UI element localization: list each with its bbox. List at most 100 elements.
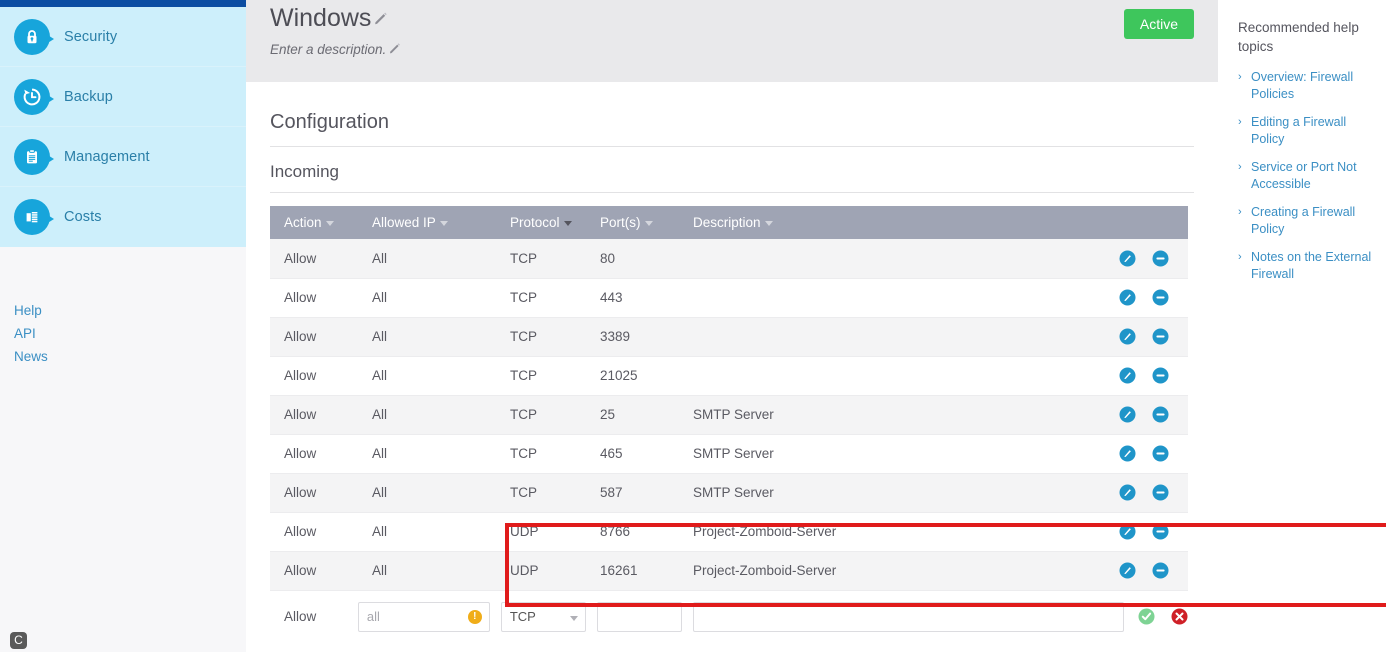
- remove-minus-icon[interactable]: [1152, 406, 1169, 423]
- edit-description-pencil-icon[interactable]: [389, 41, 401, 59]
- sidebar-item-security[interactable]: Security: [0, 7, 246, 67]
- sidebar-link-news[interactable]: News: [14, 345, 246, 368]
- edit-pencil-icon[interactable]: [1119, 523, 1136, 540]
- remove-minus-icon[interactable]: [1152, 484, 1169, 501]
- column-header-protocol[interactable]: Protocol: [496, 206, 586, 239]
- table-body: Allow All TCP 80 Allow All TCP 443 Allow All TCP 33…: [270, 239, 1188, 591]
- status-badge[interactable]: Active: [1123, 9, 1194, 39]
- table-row[interactable]: Allow All TCP 21025: [270, 356, 1188, 396]
- edit-pencil-icon[interactable]: [1119, 328, 1136, 345]
- help-link-label: Service or Port Not Accessible: [1251, 160, 1357, 191]
- sidebar-secondary-links: Help API News: [0, 247, 246, 368]
- sort-caret-icon[interactable]: [764, 220, 773, 226]
- edit-pencil-icon[interactable]: [1119, 484, 1136, 501]
- sidebar-link-api[interactable]: API: [14, 322, 246, 345]
- help-link[interactable]: › Overview: Firewall Policies: [1238, 69, 1374, 103]
- edit-pencil-icon[interactable]: [1119, 562, 1136, 579]
- table-row[interactable]: Allow All TCP 587 SMTP Server: [270, 473, 1188, 513]
- help-link[interactable]: › Creating a Firewall Policy: [1238, 204, 1374, 238]
- remove-minus-icon[interactable]: [1152, 367, 1169, 384]
- table-row[interactable]: Allow All TCP 465 SMTP Server: [270, 434, 1188, 474]
- remove-minus-icon[interactable]: [1152, 445, 1169, 462]
- sort-caret-icon[interactable]: [325, 220, 334, 226]
- help-link-label: Overview: Firewall Policies: [1251, 70, 1354, 101]
- help-link[interactable]: › Editing a Firewall Policy: [1238, 114, 1374, 148]
- remove-minus-icon[interactable]: [1152, 289, 1169, 306]
- remove-minus-icon[interactable]: [1152, 562, 1169, 579]
- edit-pencil-icon[interactable]: [1119, 367, 1136, 384]
- rule-allowed-ip-cell: All: [358, 239, 496, 279]
- rule-tools-cell: [1099, 512, 1188, 552]
- remove-minus-icon[interactable]: [1152, 328, 1169, 345]
- cancel-x-icon[interactable]: [1171, 608, 1188, 625]
- rule-description-cell: [679, 278, 1099, 318]
- rule-ports-cell: 16261: [586, 551, 679, 591]
- table-row[interactable]: Allow All TCP 443: [270, 278, 1188, 318]
- help-link[interactable]: › Notes on the External Firewall: [1238, 249, 1374, 283]
- rule-protocol-cell: TCP: [496, 356, 586, 396]
- rule-protocol-cell: UDP: [496, 551, 586, 591]
- sidebar-item-costs[interactable]: Costs: [0, 187, 246, 247]
- chevron-right-icon: ›: [1238, 71, 1242, 83]
- table-row[interactable]: Allow All UDP 16261 Project-Zomboid-Server: [270, 551, 1188, 591]
- title-row: Windows: [270, 0, 1194, 33]
- sort-caret-icon[interactable]: [644, 220, 653, 226]
- table-header-row: Action Allowed IP Protocol Port(s) Descr…: [270, 206, 1188, 239]
- column-header-ports[interactable]: Port(s): [586, 206, 679, 239]
- rule-allowed-ip-cell: All: [358, 512, 496, 552]
- edit-pencil-icon[interactable]: [1119, 289, 1136, 306]
- sidebar-item-management[interactable]: Management: [0, 127, 246, 187]
- table-row[interactable]: Allow All UDP 8766 Project-Zomboid-Server: [270, 512, 1188, 552]
- remove-minus-icon[interactable]: [1152, 250, 1169, 267]
- rule-description-cell: SMTP Server: [679, 434, 1099, 474]
- chevron-right-icon: ›: [1238, 251, 1242, 263]
- help-link[interactable]: › Service or Port Not Accessible: [1238, 159, 1374, 193]
- clipboard-icon: [14, 138, 54, 175]
- rule-action-cell: Allow: [270, 512, 358, 552]
- rule-description-cell: SMTP Server: [679, 395, 1099, 435]
- sidebar-link-help[interactable]: Help: [14, 299, 246, 322]
- rule-ports-cell: 25: [586, 395, 679, 435]
- sidebar: Security Backup Management Costs Help AP…: [0, 0, 246, 652]
- add-rule-action-label: Allow: [284, 609, 317, 624]
- table-row[interactable]: Allow All TCP 3389: [270, 317, 1188, 357]
- table-row[interactable]: Allow All TCP 25 SMTP Server: [270, 395, 1188, 435]
- sidebar-item-label: Management: [64, 148, 150, 165]
- column-header-allowed-ip[interactable]: Allowed IP: [358, 206, 496, 239]
- remove-minus-icon[interactable]: [1152, 523, 1169, 540]
- table-header: Action Allowed IP Protocol Port(s) Descr…: [270, 206, 1188, 239]
- table-row[interactable]: Allow All TCP 80: [270, 239, 1188, 279]
- rule-allowed-ip-cell: All: [358, 395, 496, 435]
- edit-pencil-icon[interactable]: [1119, 406, 1136, 423]
- rule-action-cell: Allow: [270, 434, 358, 474]
- rule-allowed-ip-cell: All: [358, 473, 496, 513]
- help-panel: Recommended help topics › Overview: Firew…: [1218, 0, 1386, 652]
- lock-icon: [14, 18, 54, 55]
- ports-input[interactable]: [596, 601, 682, 632]
- sort-caret-icon[interactable]: [439, 220, 448, 226]
- page-header: Windows Enter a description. Active: [246, 0, 1218, 82]
- cookie-consent-icon[interactable]: C: [10, 632, 27, 649]
- edit-pencil-icon[interactable]: [1119, 250, 1136, 267]
- protocol-select[interactable]: TCPUDP: [500, 601, 586, 632]
- confirm-check-icon[interactable]: [1138, 608, 1155, 625]
- rule-ports-cell: 465: [586, 434, 679, 474]
- coins-icon: [14, 199, 54, 235]
- warning-icon[interactable]: !: [467, 609, 482, 624]
- add-rule-row: Allow ! TCPUDP: [270, 595, 1188, 639]
- column-header-description[interactable]: Description: [679, 206, 1188, 239]
- rule-action-cell: Allow: [270, 551, 358, 591]
- rule-allowed-ip-cell: All: [358, 434, 496, 474]
- sidebar-item-backup[interactable]: Backup: [0, 67, 246, 127]
- rule-action-cell: Allow: [270, 356, 358, 396]
- edit-pencil-icon[interactable]: [1119, 445, 1136, 462]
- rule-allowed-ip-cell: All: [358, 317, 496, 357]
- column-header-action[interactable]: Action: [270, 206, 358, 239]
- sidebar-nav: Security Backup Management Costs: [0, 7, 246, 247]
- sort-caret-icon-active[interactable]: [563, 220, 572, 226]
- rule-action-cell: Allow: [270, 239, 358, 279]
- chevron-right-icon: ›: [1238, 161, 1242, 173]
- rule-protocol-cell: TCP: [496, 473, 586, 513]
- description-input[interactable]: [692, 601, 1124, 632]
- edit-title-pencil-icon[interactable]: [374, 11, 388, 30]
